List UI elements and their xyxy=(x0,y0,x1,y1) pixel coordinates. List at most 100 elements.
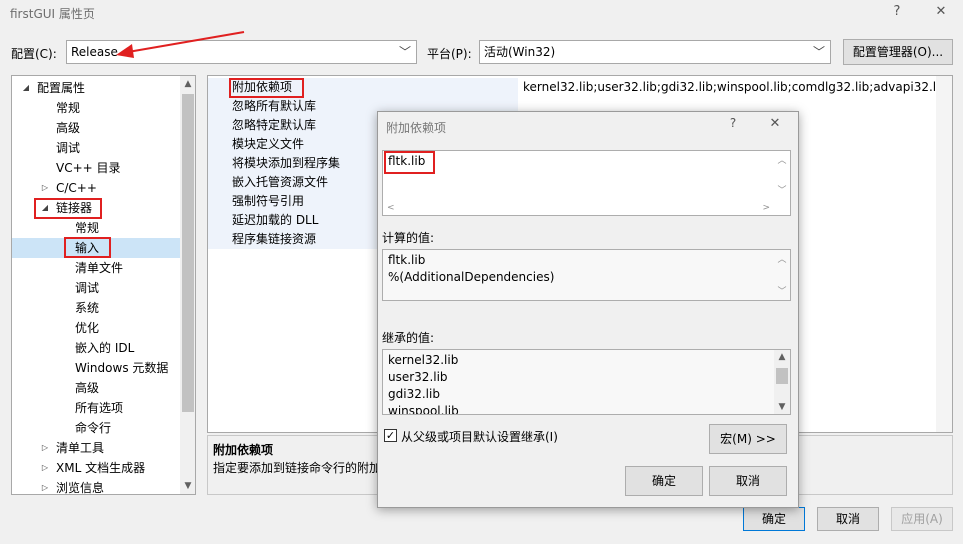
scroll-down-icon[interactable]: ▼ xyxy=(180,478,195,494)
property-name: 忽略所有默认库 xyxy=(232,99,317,113)
tree-item-label: 清单文件 xyxy=(75,261,124,275)
tree-item[interactable]: 调试 xyxy=(12,278,180,298)
tree-item[interactable]: 常规 xyxy=(12,98,180,118)
expanded-arrow-icon[interactable]: ◢ xyxy=(40,198,50,218)
scroll-down-icon[interactable]: ﹀ xyxy=(776,284,788,297)
platform-select[interactable]: 活动(Win32) ﹀ xyxy=(479,40,831,64)
dialog-ok-button[interactable]: 确定 xyxy=(625,466,703,496)
close-icon[interactable]: ✕ xyxy=(930,2,952,22)
computed-values-label: 计算的值: xyxy=(382,231,435,245)
scroll-up-icon[interactable]: ▲ xyxy=(774,350,790,364)
check-icon: ✓ xyxy=(385,429,396,442)
dialog-close-icon[interactable]: ✕ xyxy=(765,116,785,131)
property-name: 强制符号引用 xyxy=(232,194,305,208)
scroll-up-icon[interactable]: ︿ xyxy=(776,252,788,265)
help-icon[interactable]: ? xyxy=(886,2,908,22)
inherited-value-line: user32.lib xyxy=(388,370,448,384)
property-name: 附加依赖项 xyxy=(232,80,293,94)
scroll-down-icon[interactable]: ▼ xyxy=(774,400,790,414)
tree-item[interactable]: VC++ 目录 xyxy=(12,158,180,178)
scroll-thumb[interactable] xyxy=(776,368,788,384)
dependencies-input-value: fltk.lib xyxy=(388,154,426,168)
inherited-values-label: 继承的值: xyxy=(382,331,435,345)
tree-item[interactable]: ▷ C/C++ xyxy=(12,178,180,198)
scroll-down-icon[interactable]: ﹀ xyxy=(776,183,788,196)
inherited-value-line: kernel32.lib xyxy=(388,353,459,367)
inherited-values-box: kernel32.lib user32.lib gdi32.lib winspool.… xyxy=(382,349,791,415)
tree-item[interactable]: ▷ XML 文档生成器 xyxy=(12,458,180,478)
inherit-checkbox-label[interactable]: 从父级或项目默认设置继承(I) xyxy=(401,428,558,445)
tree-item-label: C/C++ xyxy=(56,181,97,195)
tree-item-label: 常规 xyxy=(75,221,100,235)
scroll-up-icon[interactable]: ▲ xyxy=(180,76,195,92)
tree-item[interactable]: Windows 元数据 xyxy=(12,358,180,378)
tree-item-label: 链接器 xyxy=(56,201,93,215)
computed-values-box: fltk.lib %(AdditionalDependencies) ︿ ﹀ xyxy=(382,249,791,301)
apply-button[interactable]: 应用(A) xyxy=(891,507,953,531)
tree-item[interactable]: 命令行 xyxy=(12,418,180,438)
tree-item-label: 浏览信息 xyxy=(56,481,105,495)
tree-item[interactable]: 高级 xyxy=(12,378,180,398)
category-tree[interactable]: ◢ 配置属性 常规 高级 调试 VC++ 目录 ▷ C/C++ ◢ 链接器 常规 输入 清单文件 调试 系统… xyxy=(11,75,196,495)
tree-item[interactable]: ◢ 链接器 xyxy=(12,198,180,218)
tree-item-label: XML 文档生成器 xyxy=(56,461,146,475)
ok-button[interactable]: 确定 xyxy=(743,507,805,531)
property-value[interactable]: kernel32.lib;user32.lib;gdi32.lib;winspo… xyxy=(523,78,952,97)
property-row[interactable]: 附加依赖项 xyxy=(208,78,518,97)
scroll-left-icon[interactable]: < xyxy=(387,203,395,213)
collapsed-arrow-icon[interactable]: ▷ xyxy=(40,438,50,458)
window-title: firstGUI 属性页 xyxy=(10,7,95,21)
tree-item-label: 高级 xyxy=(75,381,100,395)
inherited-value-line: gdi32.lib xyxy=(388,387,440,401)
tree-item[interactable]: 调试 xyxy=(12,138,180,158)
tree-item-label: 调试 xyxy=(56,141,81,155)
scroll-up-icon[interactable]: ︿ xyxy=(776,153,788,166)
tree-item[interactable]: ◢ 配置属性 xyxy=(12,78,180,98)
scroll-right-icon[interactable]: > xyxy=(762,203,770,213)
property-name: 程序集链接资源 xyxy=(232,232,317,246)
tree-item-label: 系统 xyxy=(75,301,100,315)
tree-item[interactable]: 输入 xyxy=(12,238,180,258)
tree-item[interactable]: 清单文件 xyxy=(12,258,180,278)
collapsed-arrow-icon[interactable]: ▷ xyxy=(40,178,50,198)
tree-item[interactable]: 高级 xyxy=(12,118,180,138)
tree-item-label: Windows 元数据 xyxy=(75,361,169,375)
dialog-cancel-button[interactable]: 取消 xyxy=(709,466,787,496)
scroll-thumb[interactable] xyxy=(182,94,194,412)
platform-label: 平台(P): xyxy=(427,47,472,61)
property-name: 模块定义文件 xyxy=(232,137,305,151)
computed-value-line: %(AdditionalDependencies) xyxy=(388,270,555,284)
tree-scrollbar[interactable]: ▲ ▼ xyxy=(180,76,195,494)
description-text: 指定要添加到链接命令行的附加 xyxy=(213,461,382,475)
property-scrollbar[interactable] xyxy=(936,76,952,432)
collapsed-arrow-icon[interactable]: ▷ xyxy=(40,458,50,478)
tree-item-label: VC++ 目录 xyxy=(56,161,121,175)
annotation-arrow-icon xyxy=(116,31,245,58)
tree-item-label: 调试 xyxy=(75,281,100,295)
tree-item-label: 命令行 xyxy=(75,421,112,435)
tree-item-label: 常规 xyxy=(56,101,81,115)
property-name: 嵌入托管资源文件 xyxy=(232,175,329,189)
dialog-help-icon[interactable]: ? xyxy=(723,116,743,130)
inherited-scrollbar[interactable]: ▲ ▼ xyxy=(774,350,790,414)
tree-item[interactable]: 所有选项 xyxy=(12,398,180,418)
expanded-arrow-icon[interactable]: ◢ xyxy=(21,78,31,98)
config-manager-button[interactable]: 配置管理器(O)... xyxy=(843,39,953,65)
inherit-checkbox[interactable]: ✓ xyxy=(384,429,397,442)
macro-button[interactable]: 宏(M) >> xyxy=(709,424,787,454)
dependencies-input[interactable]: fltk.lib ︿ ﹀ < > xyxy=(382,150,791,216)
tree-item[interactable]: ▷ 清单工具 xyxy=(12,438,180,458)
tree-item[interactable]: 常规 xyxy=(12,218,180,238)
additional-dependencies-dialog: 附加依赖项 ? ✕ fltk.lib ︿ ﹀ < > 计算的值: fltk.li… xyxy=(377,111,799,508)
tree-item-label: 清单工具 xyxy=(56,441,105,455)
tree-item-label: 嵌入的 IDL xyxy=(75,341,135,355)
tree-item[interactable]: 系统 xyxy=(12,298,180,318)
tree-item[interactable]: 优化 xyxy=(12,318,180,338)
cancel-button[interactable]: 取消 xyxy=(817,507,879,531)
tree-item[interactable]: ▷ 浏览信息 xyxy=(12,478,180,495)
chevron-down-icon: ﹀ xyxy=(812,45,825,59)
description-title: 附加依赖项 xyxy=(213,443,274,457)
tree-item-label: 所有选项 xyxy=(75,401,124,415)
collapsed-arrow-icon[interactable]: ▷ xyxy=(40,478,50,494)
tree-item[interactable]: 嵌入的 IDL xyxy=(12,338,180,358)
